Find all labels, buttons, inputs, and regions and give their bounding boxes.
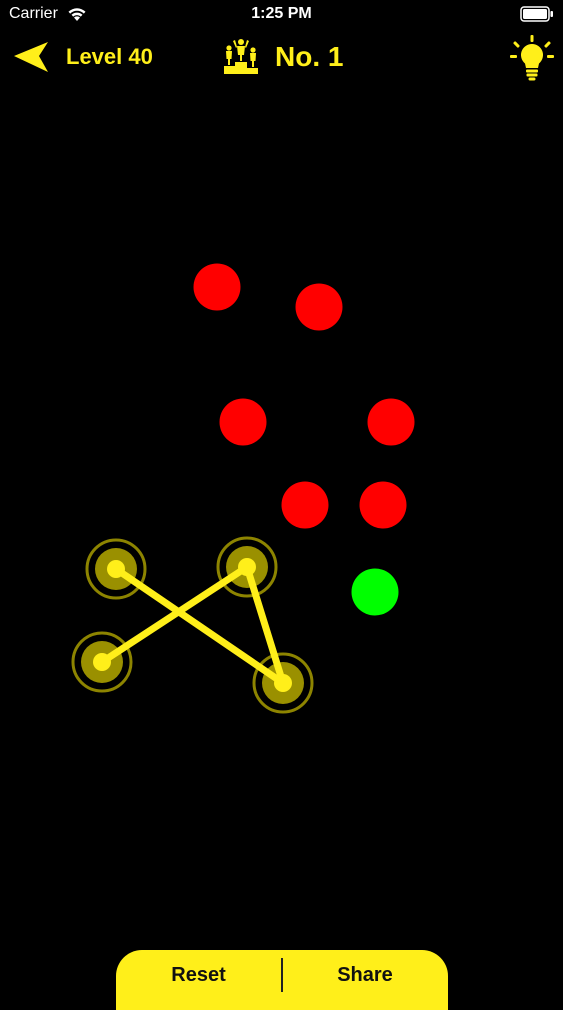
red-dot[interactable]: [367, 398, 415, 446]
red-dot[interactable]: [219, 398, 267, 446]
connection-line: [112, 565, 287, 687]
bottom-control-bar: Reset Share: [116, 950, 448, 1010]
green-dot[interactable]: [351, 568, 399, 616]
node-center: [274, 674, 292, 692]
game-board: [71, 263, 415, 714]
node-center: [238, 558, 256, 576]
node-center: [93, 653, 111, 671]
red-dot[interactable]: [193, 263, 241, 311]
node-center: [107, 560, 125, 578]
share-button[interactable]: Share: [282, 950, 448, 1000]
red-dot[interactable]: [281, 481, 329, 529]
red-dot[interactable]: [295, 283, 343, 331]
red-dot[interactable]: [359, 481, 407, 529]
reset-button[interactable]: Reset: [116, 950, 281, 1000]
